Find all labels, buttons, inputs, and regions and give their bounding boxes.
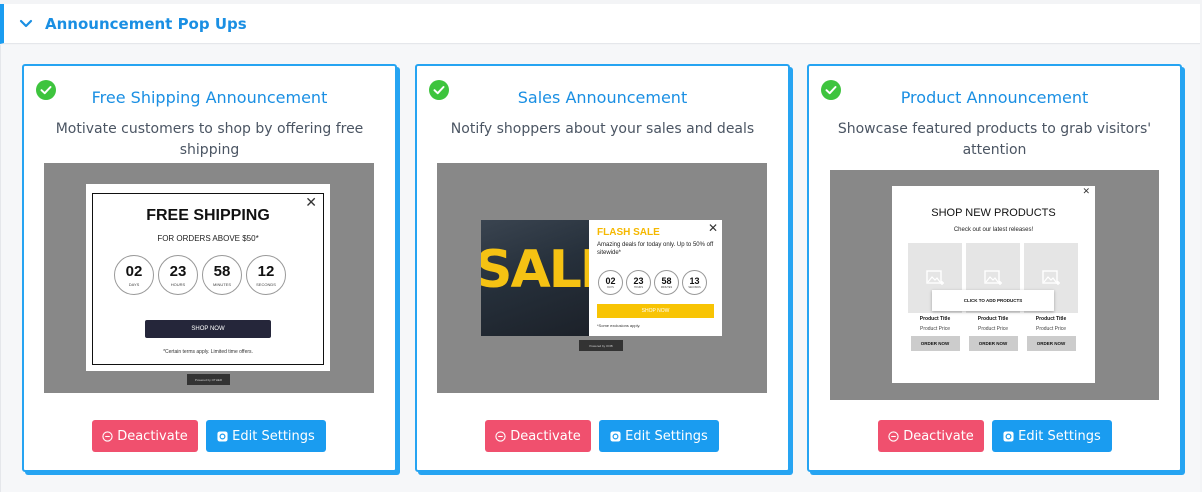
image-placeholder-icon bbox=[984, 270, 1002, 285]
card-title: Product Announcement bbox=[900, 88, 1089, 107]
image-placeholder-icon bbox=[1042, 270, 1060, 285]
card-description: Showcase featured products to grab visit… bbox=[837, 121, 1152, 158]
preview-heading: SHOP NEW PRODUCTS bbox=[931, 207, 1056, 219]
deactivate-button[interactable]: Deactivate bbox=[92, 420, 198, 452]
sale-photo-text: SALE bbox=[481, 240, 589, 300]
section-header[interactable]: Announcement Pop Ups bbox=[0, 4, 1200, 44]
deactivate-button[interactable]: Deactivate bbox=[878, 420, 984, 452]
card-description: Motivate customers to shop by offering f… bbox=[55, 121, 364, 158]
preview-heading: FLASH SALE bbox=[597, 227, 660, 238]
edit-settings-button[interactable]: Edit Settings bbox=[992, 420, 1112, 452]
order-now-button: ORDER NOW bbox=[910, 336, 960, 351]
deactivate-button[interactable]: Deactivate bbox=[485, 420, 591, 452]
order-now-button: ORDER NOW bbox=[1026, 336, 1076, 351]
countdown-seconds: 13 SECONDS bbox=[682, 270, 707, 295]
card-title: Sales Announcement bbox=[517, 88, 688, 107]
edit-settings-label: Edit Settings bbox=[232, 428, 315, 444]
preview-image: ✕ SHOP NEW PRODUCTS Check out our latest… bbox=[830, 170, 1159, 400]
product-price: Product Price bbox=[919, 326, 950, 332]
close-icon: ✕ bbox=[1082, 186, 1090, 196]
close-icon: ✕ bbox=[707, 221, 718, 235]
preview-text: Amazing deals for today only. Up to 50% … bbox=[597, 242, 714, 256]
product-title: Product Title bbox=[1035, 316, 1067, 322]
countdown-minutes: 58 MINUTES bbox=[654, 270, 679, 295]
product-title: Product Title bbox=[977, 316, 1009, 322]
card-product: Product Announcement Showcase featured p… bbox=[807, 64, 1182, 472]
countdown-hours: 23 HOURS bbox=[626, 270, 651, 295]
countdown-minutes: 58 MINUTES bbox=[202, 255, 242, 295]
deactivate-label: Deactivate bbox=[903, 428, 974, 444]
preview-subheading: Check out our latest releases! bbox=[953, 227, 1034, 233]
click-to-add-products: CLICK TO ADD PRODUCTS bbox=[932, 290, 1054, 311]
countdown: 02 DAYS 23 HOURS 58 MINUTES 12 SECONDS bbox=[114, 255, 286, 295]
popup-frame: ✕ FREE SHIPPING FOR ORDERS ABOVE $50* 02… bbox=[92, 193, 324, 365]
edit-settings-button[interactable]: Edit Settings bbox=[206, 420, 326, 452]
countdown-days: 02 DAYS bbox=[598, 270, 623, 295]
deactivate-label: Deactivate bbox=[510, 428, 581, 444]
preview-shop-button: SHOP NOW bbox=[145, 320, 271, 338]
sale-photo: SALE bbox=[481, 220, 589, 336]
gear-icon bbox=[1003, 430, 1014, 442]
product-title: Product Title bbox=[919, 316, 951, 322]
card-description: Notify shoppers about your sales and dea… bbox=[450, 121, 755, 137]
minus-circle-icon bbox=[888, 430, 899, 442]
preview-shop-button: SHOP NOW bbox=[597, 304, 714, 318]
product-price: Product Price bbox=[977, 326, 1008, 332]
edit-settings-label: Edit Settings bbox=[1018, 428, 1101, 444]
countdown-seconds: 12 SECONDS bbox=[246, 255, 286, 295]
deactivate-label: Deactivate bbox=[117, 428, 188, 444]
order-now-button: ORDER NOW bbox=[968, 336, 1018, 351]
minus-circle-icon bbox=[495, 430, 506, 442]
gear-icon bbox=[610, 430, 621, 442]
countdown-days: 02 DAYS bbox=[114, 255, 154, 295]
preview-note: *Some exclusions apply. bbox=[597, 323, 641, 328]
image-placeholder-icon bbox=[926, 270, 944, 285]
countdown: 02 DAYS 23 HOURS 58 MINUTES 13 SECONDS bbox=[598, 270, 707, 295]
popup-preview: SALE ✕ FLASH SALE Amazing deals for toda… bbox=[481, 220, 722, 336]
popup-preview: ✕ FREE SHIPPING FOR ORDERS ABOVE $50* 02… bbox=[86, 184, 330, 371]
card-free-shipping: Free Shipping Announcement Motivate cust… bbox=[22, 64, 397, 472]
card-sales: Sales Announcement Notify shoppers about… bbox=[415, 64, 790, 472]
countdown-hours: 23 HOURS bbox=[158, 255, 198, 295]
gear-icon bbox=[217, 430, 228, 442]
powered-by-badge: Powered by OTHER bbox=[187, 374, 230, 385]
edit-settings-label: Edit Settings bbox=[625, 428, 708, 444]
card-title: Free Shipping Announcement bbox=[91, 88, 328, 107]
edit-settings-button[interactable]: Edit Settings bbox=[599, 420, 719, 452]
minus-circle-icon bbox=[102, 430, 113, 442]
preview-subheading: FOR ORDERS ABOVE $50* bbox=[157, 234, 259, 243]
product-price: Product Price bbox=[1035, 326, 1066, 332]
preview-image: SALE ✕ FLASH SALE Amazing deals for toda… bbox=[437, 163, 767, 393]
popup-preview: ✕ SHOP NEW PRODUCTS Check out our latest… bbox=[892, 186, 1095, 383]
preview-image: ✕ FREE SHIPPING FOR ORDERS ABOVE $50* 02… bbox=[44, 163, 374, 393]
preview-heading: FREE SHIPPING bbox=[146, 207, 270, 224]
section-title: Announcement Pop Ups bbox=[45, 14, 247, 33]
powered-by-badge: Powered by OOB bbox=[579, 340, 623, 351]
chevron-down-icon[interactable] bbox=[19, 17, 33, 31]
preview-note: *Certain terms apply. Limited time offer… bbox=[163, 349, 253, 355]
